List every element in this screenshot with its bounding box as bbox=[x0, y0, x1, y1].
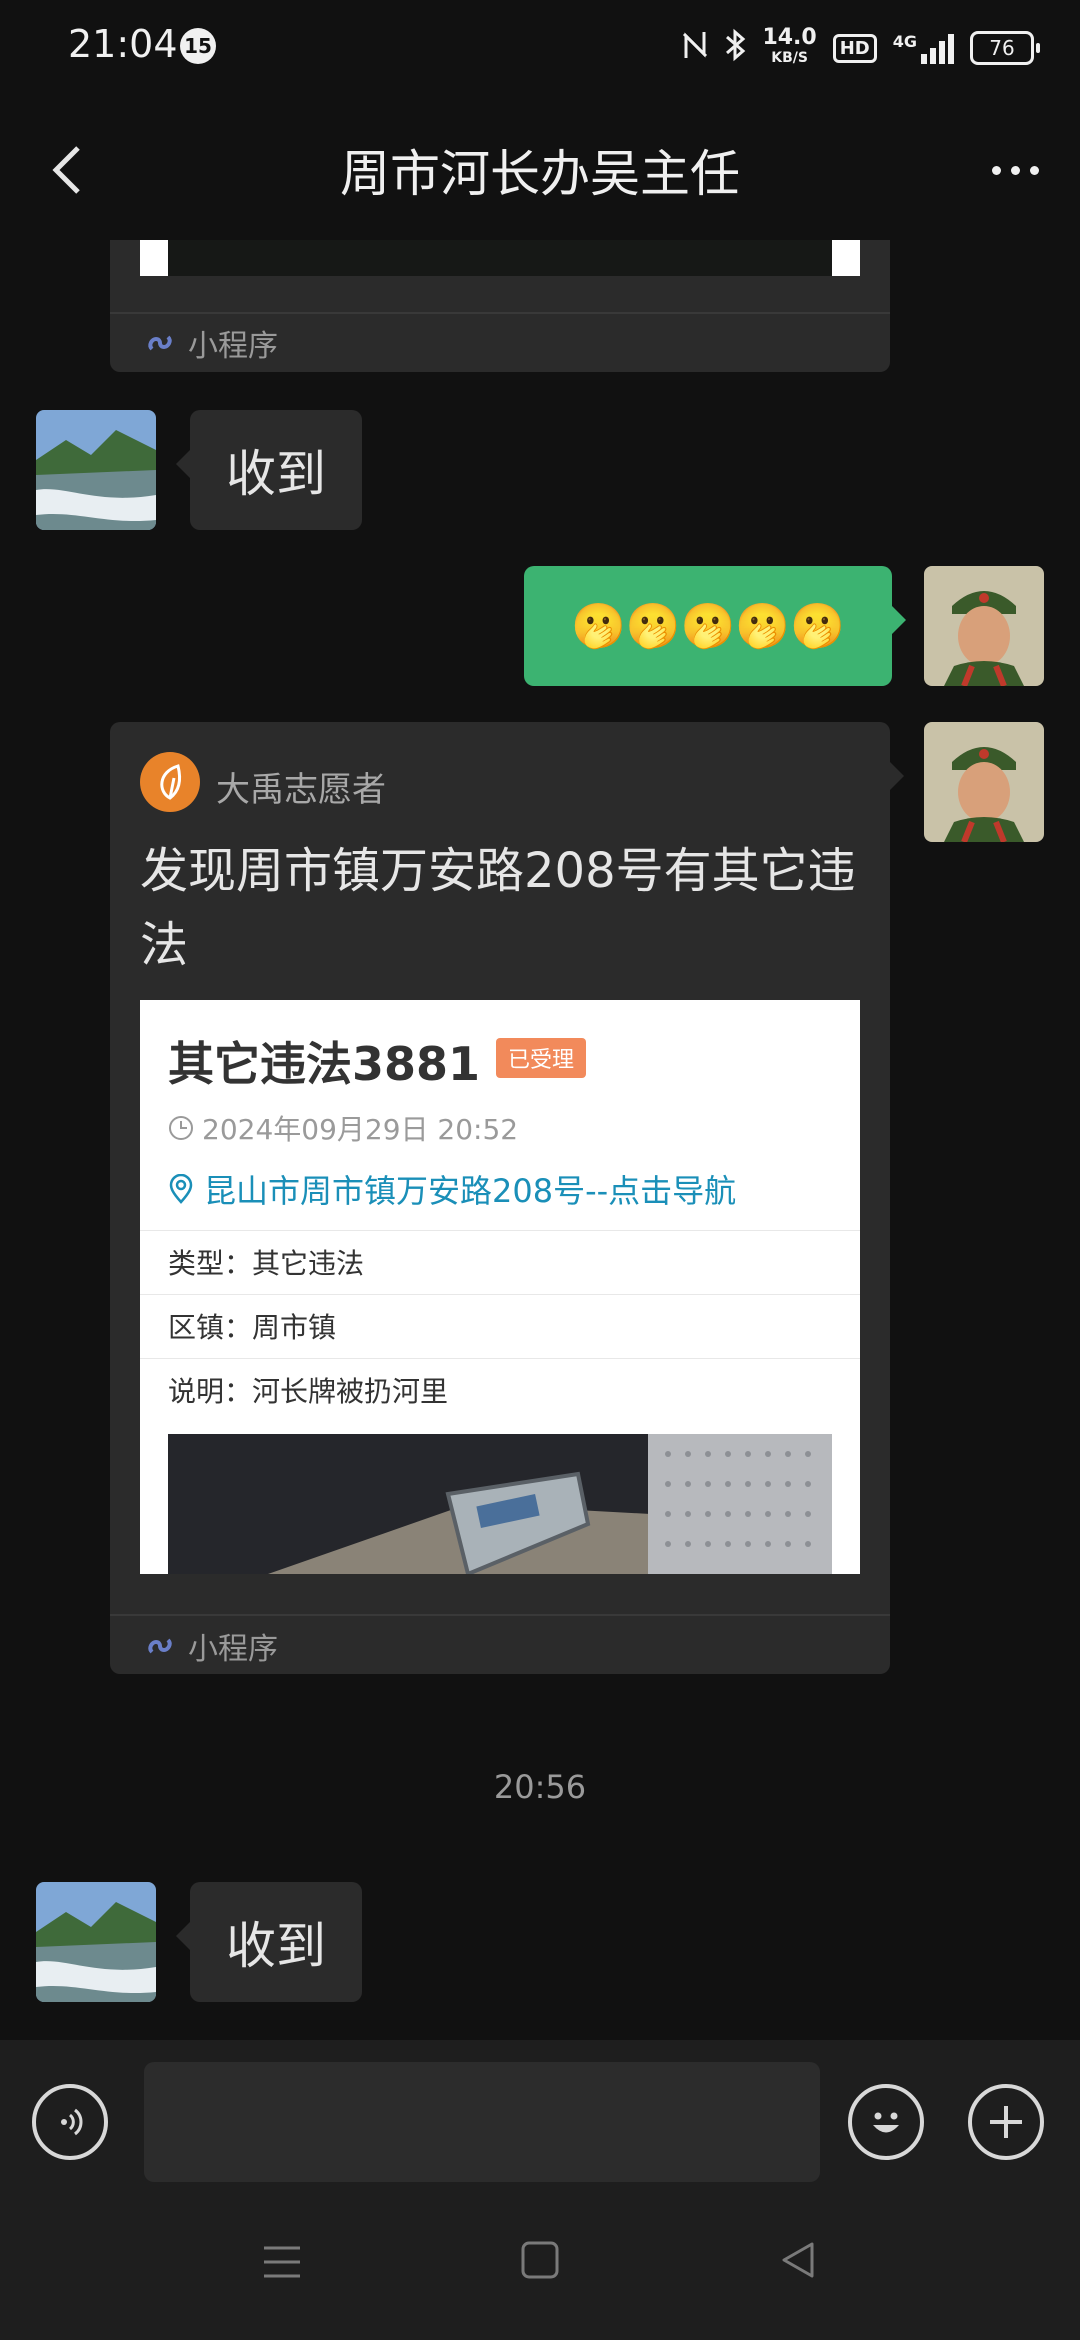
plus-icon bbox=[990, 2106, 1022, 2138]
recent-apps-button[interactable] bbox=[262, 2242, 302, 2282]
leaf-icon bbox=[160, 764, 182, 800]
network-speed-unit: KB/S bbox=[771, 50, 808, 66]
nfc-icon bbox=[682, 30, 708, 67]
home-button[interactable] bbox=[520, 2240, 560, 2280]
input-bar bbox=[0, 2040, 1080, 2190]
mini-program-label: 小程序 bbox=[188, 329, 278, 364]
time-separator: 20:56 bbox=[493, 1768, 587, 1806]
row-value: 其它违法 bbox=[252, 1247, 365, 1280]
notification-badge: 15 bbox=[180, 28, 216, 64]
more-button[interactable] bbox=[980, 140, 1050, 200]
message-input[interactable] bbox=[144, 2062, 820, 2182]
home-icon bbox=[521, 2241, 559, 2279]
mini-program-footer: 小程序 bbox=[110, 312, 890, 372]
mini-program-footer: 小程序 bbox=[110, 1614, 890, 1676]
app-name: 大禹志愿者 bbox=[216, 770, 386, 810]
report-datetime-row: 2024年09月29日 20:52 bbox=[168, 1108, 518, 1148]
report-row-district: 区镇： 周市镇 bbox=[140, 1294, 860, 1357]
report-datetime: 2024年09月29日 20:52 bbox=[202, 1113, 519, 1146]
battery-icon: 76 bbox=[970, 31, 1040, 65]
network-speed: 14.0 KB/S bbox=[762, 25, 817, 68]
avatar-soldier[interactable] bbox=[924, 566, 1044, 686]
status-bar: 21:04 15 14.0 KB/S HD 4G 76 bbox=[0, 0, 1080, 95]
chat-title: 周市河长办吴主任 bbox=[340, 145, 740, 203]
message-bubble-incoming[interactable]: 收到 bbox=[176, 1882, 362, 2002]
row-value: 周市镇 bbox=[252, 1311, 337, 1344]
row-label: 类型： bbox=[168, 1247, 253, 1280]
avatar-landscape[interactable] bbox=[36, 410, 156, 530]
back-nav-button[interactable] bbox=[778, 2240, 818, 2280]
link-icon bbox=[146, 323, 178, 363]
avatar-soldier[interactable] bbox=[924, 722, 1044, 842]
chat-header: 周市河长办吴主任 bbox=[0, 120, 1080, 220]
report-row-type: 类型： 其它违法 bbox=[140, 1230, 860, 1293]
report-photo bbox=[168, 1434, 832, 1574]
message-bubble-outgoing[interactable]: 🫢🫢🫢🫢🫢 bbox=[524, 566, 906, 686]
link-icon bbox=[146, 1626, 178, 1666]
voice-icon bbox=[61, 2108, 83, 2136]
app-logo bbox=[140, 752, 200, 812]
card-title: 发现周市镇万安路208号有其它违法 bbox=[140, 843, 856, 973]
status-tag: 已受理 bbox=[496, 1038, 587, 1078]
bluetooth-icon bbox=[724, 28, 746, 69]
network-type: 4G bbox=[892, 32, 917, 51]
report-preview: 其它违法3881 已受理 2024年09月29日 20:52 昆山市周市镇万安路… bbox=[140, 1000, 860, 1574]
clock-icon bbox=[169, 1116, 193, 1140]
emoji-button[interactable] bbox=[848, 2084, 924, 2160]
status-icons: 14.0 KB/S HD 4G 76 bbox=[682, 25, 1040, 70]
mini-program-label: 小程序 bbox=[188, 1632, 278, 1667]
row-label: 说明： bbox=[168, 1375, 253, 1408]
message-text: 收到 bbox=[226, 445, 326, 503]
report-location: 昆山市周市镇万安路208号--点击导航 bbox=[204, 1172, 737, 1210]
report-location-row: 昆山市周市镇万安路208号--点击导航 bbox=[168, 1166, 736, 1212]
row-label: 区镇： bbox=[168, 1311, 253, 1344]
row-value: 河长牌被扔河里 bbox=[252, 1375, 449, 1408]
network-speed-value: 14.0 bbox=[762, 25, 817, 50]
mini-program-card-top[interactable]: 小程序 bbox=[110, 240, 890, 372]
more-icon bbox=[991, 165, 1001, 175]
back-triangle-icon bbox=[782, 2242, 814, 2278]
plus-button[interactable] bbox=[968, 2084, 1044, 2160]
voice-button[interactable] bbox=[32, 2084, 108, 2160]
menu-icon bbox=[264, 2246, 300, 2278]
status-time: 21:04 bbox=[68, 22, 178, 66]
report-title: 其它违法3881 bbox=[168, 1037, 481, 1091]
system-nav-bar bbox=[0, 2190, 1080, 2340]
hd-badge: HD bbox=[832, 33, 877, 63]
location-pin-icon bbox=[169, 1174, 193, 1204]
emoji-text: 🫢🫢🫢🫢🫢 bbox=[571, 601, 845, 652]
card-image-partial bbox=[140, 240, 860, 276]
avatar-landscape[interactable] bbox=[36, 1882, 156, 2002]
report-row-description: 说明： 河长牌被扔河里 bbox=[140, 1358, 860, 1421]
message-bubble-incoming[interactable]: 收到 bbox=[176, 410, 362, 530]
mini-program-card[interactable]: 大禹志愿者 发现周市镇万安路208号有其它违法 其它违法3881 已受理 202… bbox=[110, 722, 904, 1676]
signal-icon: 4G bbox=[893, 32, 954, 64]
emoji-icon bbox=[873, 2112, 899, 2133]
message-text: 收到 bbox=[226, 1917, 326, 1975]
